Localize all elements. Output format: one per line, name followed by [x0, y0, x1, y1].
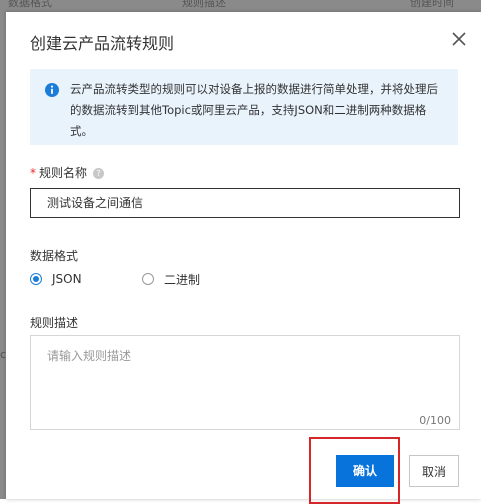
confirm-button[interactable]: 确认 [336, 455, 394, 487]
bg-header-description: 规则描述 [182, 0, 226, 9]
info-notice: 云产品流转类型的规则可以对设备上报的数据进行简单处理，并将处理后的数据流转到其他… [30, 69, 458, 145]
rule-name-label: * 规则名称? [30, 164, 105, 181]
bg-header-format: 数据格式 [8, 0, 52, 9]
info-icon [44, 82, 60, 98]
data-format-label: 数据格式 [30, 249, 79, 263]
radio-unchecked-icon [142, 273, 154, 285]
background-table-header: 数据格式 规则描述 创建时间 [0, 0, 481, 9]
format-radio-binary[interactable]: 二进制 [142, 271, 200, 287]
notice-text: 云产品流转类型的规则可以对设备上报的数据进行简单处理，并将处理后的数据流转到其他… [70, 82, 438, 138]
create-rule-dialog: 创建云产品流转规则 云产品流转类型的规则可以对设备上报的数据进行简单处理，并将处… [6, 12, 481, 504]
char-counter: 0/100 [419, 414, 451, 427]
cancel-button[interactable]: 取消 [409, 455, 459, 487]
description-textarea[interactable]: 请输入规则描述 0/100 [30, 335, 460, 430]
close-icon[interactable] [450, 30, 468, 48]
format-radio-json-label: JSON [52, 272, 82, 286]
rule-name-input[interactable]: 测试设备之间通信 [30, 188, 460, 218]
rule-name-label-text: 规则名称 [39, 166, 88, 180]
format-radio-json[interactable]: JSON [30, 271, 82, 287]
radio-checked-icon [30, 273, 42, 285]
description-placeholder: 请输入规则描述 [47, 349, 132, 363]
bg-header-created: 创建时间 [410, 0, 454, 9]
question-circle-icon[interactable]: ? [93, 168, 105, 179]
required-mark: * [30, 166, 36, 180]
description-label: 规则描述 [30, 316, 79, 330]
format-radio-binary-label: 二进制 [164, 272, 201, 287]
dialog-title: 创建云产品流转规则 [30, 34, 175, 53]
